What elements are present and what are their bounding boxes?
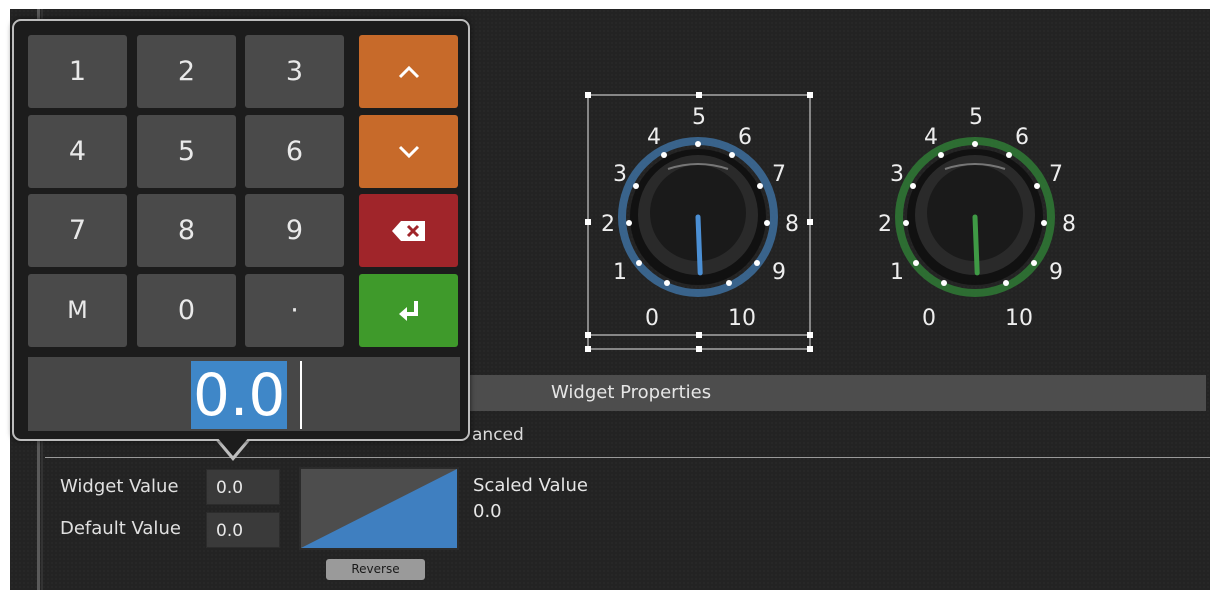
increment-button[interactable] xyxy=(359,35,458,108)
backspace-icon xyxy=(391,220,425,241)
knob-tick-2: 2 xyxy=(878,212,892,237)
knob-tick-10: 10 xyxy=(728,306,756,331)
knob-tick-3: 3 xyxy=(613,162,627,187)
knob-tick-8: 8 xyxy=(785,212,799,237)
knob-tick-5: 5 xyxy=(692,105,706,130)
knob-tick-5: 5 xyxy=(969,105,983,130)
widget-properties-title: Widget Properties xyxy=(551,382,712,403)
default-value-field[interactable]: 0.0 xyxy=(206,512,280,548)
knob-tick-1: 1 xyxy=(890,260,904,285)
key-6[interactable]: 6 xyxy=(245,115,344,188)
curve-graphic xyxy=(301,469,457,548)
text-caret xyxy=(300,361,302,429)
tab-advanced[interactable]: anced xyxy=(472,425,524,445)
knob-tick-7: 7 xyxy=(772,162,786,187)
knob-tick-9: 9 xyxy=(1049,260,1063,285)
key-8[interactable]: 8 xyxy=(137,194,236,267)
knob-green-graphic: 0 1 2 3 4 5 6 7 8 9 10 xyxy=(878,105,1076,331)
knob-tick-2: 2 xyxy=(601,212,615,237)
knob-widget-green[interactable]: 0 1 2 3 4 5 6 7 8 9 10 xyxy=(860,89,1090,359)
knob-widget-blue[interactable]: 0 1 2 3 4 5 6 7 8 9 10 xyxy=(583,89,813,359)
key-m[interactable]: M xyxy=(28,274,127,347)
default-value-label: Default Value xyxy=(60,518,181,539)
key-decimal[interactable]: · xyxy=(245,274,344,347)
knob-tick-0: 0 xyxy=(922,306,936,331)
knob-tick-7: 7 xyxy=(1049,162,1063,187)
widget-value-label: Widget Value xyxy=(60,476,179,497)
scaled-value: 0.0 xyxy=(473,501,502,522)
scaled-value-label: Scaled Value xyxy=(473,475,589,496)
numeric-keypad-popup: 1 2 3 4 5 6 7 8 9 M 0 · 0.0 xyxy=(12,19,470,441)
knob-tick-8: 8 xyxy=(1062,212,1076,237)
chevron-up-icon xyxy=(398,65,419,78)
response-curve-preview[interactable] xyxy=(299,467,459,550)
keypad-display[interactable]: 0.0 xyxy=(28,357,460,431)
decrement-button[interactable] xyxy=(359,115,458,188)
key-9[interactable]: 9 xyxy=(245,194,344,267)
chevron-down-icon xyxy=(398,145,419,158)
key-5[interactable]: 5 xyxy=(137,115,236,188)
key-0[interactable]: 0 xyxy=(137,274,236,347)
display-value: 0.0 xyxy=(191,361,288,429)
knob-blue-graphic: 0 1 2 3 4 5 6 7 8 9 10 xyxy=(585,92,813,352)
knob-tick-9: 9 xyxy=(772,260,786,285)
knob-tick-10: 10 xyxy=(1005,306,1033,331)
knob-tick-1: 1 xyxy=(613,260,627,285)
enter-icon xyxy=(398,300,418,321)
key-3[interactable]: 3 xyxy=(245,35,344,108)
key-7[interactable]: 7 xyxy=(28,194,127,267)
backspace-button[interactable] xyxy=(359,194,458,267)
knob-tick-6: 6 xyxy=(1015,125,1029,150)
widget-value-field[interactable]: 0.0 xyxy=(206,469,280,505)
knob-tick-4: 4 xyxy=(924,125,938,150)
knob-tick-0: 0 xyxy=(645,306,659,331)
widget-properties-header: Widget Properties xyxy=(450,375,1206,411)
knob-tick-6: 6 xyxy=(738,125,752,150)
keypad-pointer-inner xyxy=(216,436,250,456)
key-4[interactable]: 4 xyxy=(28,115,127,188)
enter-button[interactable] xyxy=(359,274,458,347)
key-2[interactable]: 2 xyxy=(137,35,236,108)
knob-tick-3: 3 xyxy=(890,162,904,187)
knob-tick-4: 4 xyxy=(647,125,661,150)
key-1[interactable]: 1 xyxy=(28,35,127,108)
reverse-button[interactable]: Reverse xyxy=(326,559,425,580)
